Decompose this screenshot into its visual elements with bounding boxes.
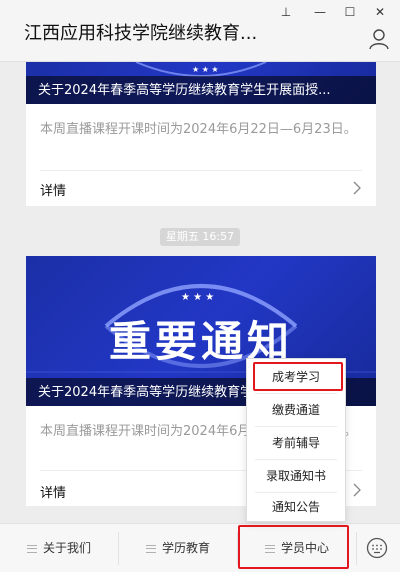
title-bar: 江西应用科技学院继续教育... ⊥ — ☐ ✕ (0, 0, 400, 62)
svg-text:★ ★ ★: ★ ★ ★ (192, 65, 219, 74)
article-banner: ★ ★ ★ 关于2024年春季高等学历继续教育学生开展面授... (26, 62, 376, 104)
tab-about-us[interactable]: 关于我们 (0, 524, 118, 572)
menu-item-exam-tutoring[interactable]: 考前辅导 (247, 427, 345, 459)
message-timestamp: 星期五 16:57 (160, 228, 240, 246)
banner-title: 关于2024年春季高等学历继续教育学生开展面授... (38, 83, 331, 98)
tab-label: 学历教育 (161, 541, 210, 555)
menu-lines-icon (26, 544, 37, 553)
article-card[interactable]: ★ ★ ★ 关于2024年春季高等学历继续教育学生开展面授... 本周直播课程开… (26, 62, 376, 206)
maximize-button[interactable]: ☐ (338, 2, 362, 22)
minimize-button[interactable]: — (308, 2, 332, 22)
highlight-box (238, 525, 349, 569)
svg-text:★ ★ ★: ★ ★ ★ (181, 292, 214, 303)
details-link[interactable]: 详情 (40, 482, 66, 501)
menu-lines-icon (145, 544, 156, 553)
user-profile-icon[interactable] (368, 28, 390, 50)
menu-item-announcements[interactable]: 通知公告 (247, 491, 345, 523)
menu-item-admission-letter[interactable]: 录取通知书 (247, 460, 345, 492)
menu-item-payment[interactable]: 缴费通道 (247, 394, 345, 426)
tab-education[interactable]: 学历教育 (119, 524, 237, 572)
chevron-right-icon (353, 483, 361, 497)
article-summary: 本周直播课程开课时间为2024年6月22日—6月23日。 (40, 122, 357, 137)
chevron-right-icon (353, 181, 361, 195)
details-link[interactable]: 详情 (40, 180, 66, 199)
close-button[interactable]: ✕ (368, 2, 392, 22)
tab-separator (356, 532, 357, 565)
pin-button[interactable]: ⊥ (274, 2, 298, 22)
keyboard-icon[interactable] (366, 537, 388, 559)
chat-title: 江西应用科技学院继续教育... (24, 23, 258, 44)
tab-label: 关于我们 (42, 541, 91, 555)
divider (40, 170, 362, 171)
highlight-box (253, 362, 343, 391)
